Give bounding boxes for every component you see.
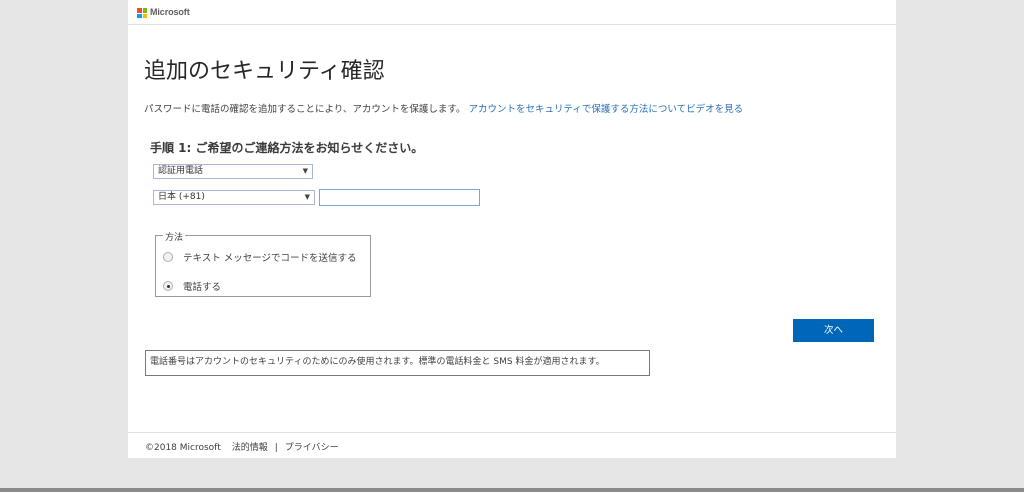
phone-number-input[interactable] (319, 189, 480, 206)
footer-row: ©2018 Microsoft 法的情報 | プライバシー (145, 440, 339, 453)
country-code-select[interactable]: 日本 (+81) ▼ (153, 190, 315, 205)
footer-separator: | (274, 443, 278, 453)
intro-text: パスワードに電話の確認を追加することにより、アカウントを保護します。 アカウントを… (144, 101, 743, 115)
microsoft-logo-icon (137, 8, 147, 18)
method-option-call-label: 電話する (183, 282, 222, 293)
page: Microsoft 追加のセキュリティ確認 パスワードに電話の確認を追加すること… (128, 0, 896, 458)
privacy-link[interactable]: プライバシー (285, 443, 339, 453)
next-button[interactable]: 次へ (793, 319, 874, 342)
country-code-value: 日本 (+81) (158, 192, 205, 202)
method-option-sms-label: テキスト メッセージでコードを送信する (183, 253, 357, 264)
intro-description: パスワードに電話の確認を追加することにより、アカウントを保護します。 (144, 104, 466, 115)
contact-method-select[interactable]: 認証用電話 ▼ (153, 164, 313, 179)
security-video-link[interactable]: アカウントをセキュリティで保護する方法についてビデオを見る (468, 104, 743, 115)
method-option-call[interactable]: 電話する (163, 279, 221, 293)
method-group: 方法 テキスト メッセージでコードを送信する 電話する (155, 230, 371, 297)
contact-method-value: 認証用電話 (158, 166, 204, 176)
logo-text: Microsoft (150, 7, 190, 17)
chevron-down-icon: ▼ (302, 167, 308, 175)
bottom-bar (0, 458, 1024, 492)
radio-sms[interactable] (163, 252, 173, 262)
phone-usage-notice: 電話番号はアカウントのセキュリティのためにのみ使用されます。標準の電話料金と S… (145, 350, 650, 376)
method-legend: 方法 (163, 230, 186, 243)
method-option-sms[interactable]: テキスト メッセージでコードを送信する (163, 250, 357, 264)
step-heading: 手順 1: ご希望のご連絡方法をお知らせください。 (150, 141, 424, 155)
header: Microsoft (128, 0, 896, 25)
chevron-down-icon: ▼ (304, 193, 310, 201)
page-title: 追加のセキュリティ確認 (144, 59, 385, 84)
radio-call[interactable] (163, 281, 173, 291)
legal-link[interactable]: 法的情報 (232, 443, 268, 453)
footer: ©2018 Microsoft 法的情報 | プライバシー (128, 432, 896, 458)
bottom-divider (0, 488, 1024, 492)
copyright: ©2018 Microsoft (145, 443, 221, 453)
